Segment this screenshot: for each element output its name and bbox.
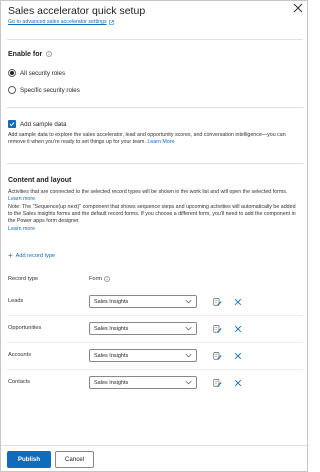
footer-divider: [1, 445, 309, 446]
delete-x-icon[interactable]: [234, 325, 242, 333]
sample-data-description: Add sample data to explore the sales acc…: [8, 132, 300, 146]
form-select-value: Sales Insights: [94, 379, 129, 386]
publish-button[interactable]: Publish: [7, 451, 51, 468]
enable-for-heading-label: Enable for: [8, 51, 43, 58]
content-layout-heading: Content and layout: [8, 177, 72, 184]
form-select-contacts[interactable]: Sales Insights: [89, 376, 197, 389]
row-divider: [7, 369, 303, 370]
record-type-leads: Leads: [8, 298, 24, 304]
content-layout-learn-more-link[interactable]: Learn more: [8, 196, 35, 202]
checkmark-icon: [9, 122, 15, 127]
advanced-settings-link-label: Go to advanced sales accelerator setting…: [8, 19, 107, 25]
close-icon[interactable]: [292, 3, 304, 15]
panel-title: Sales accelerator quick setup: [8, 5, 146, 17]
enable-for-heading: Enable for: [8, 51, 52, 58]
record-type-contacts: Contacts: [8, 379, 31, 385]
divider: [7, 163, 303, 164]
delete-x-icon[interactable]: [234, 352, 242, 360]
radio-specific-security-roles[interactable]: Specific security roles: [8, 86, 80, 94]
form-select-accounts[interactable]: Sales Insights: [89, 349, 197, 362]
note-learn-more-link[interactable]: Learn more: [8, 226, 35, 232]
radio-label: All security roles: [20, 69, 66, 77]
form-select-value: Sales Insights: [94, 325, 129, 332]
column-header-record-type: Record type: [8, 276, 39, 282]
plus-icon: +: [8, 251, 13, 260]
form-select-leads[interactable]: Sales Insights: [89, 295, 197, 308]
record-type-opportunities: Opportunities: [8, 325, 42, 331]
radio-label: Specific security roles: [20, 86, 80, 94]
radio-button[interactable]: [8, 69, 16, 77]
chevron-down-icon: [185, 299, 192, 304]
edit-form-icon[interactable]: [213, 351, 222, 360]
add-record-type-label: Add record type: [15, 253, 56, 259]
quick-setup-panel: Sales accelerator quick setup Go to adva…: [0, 0, 309, 472]
content-layout-text: Activities that are connected to the sel…: [8, 189, 288, 195]
content-layout-description: Activities that are connected to the sel…: [8, 189, 300, 203]
note-text: Note: The "Sequence(up next)" component …: [8, 204, 296, 225]
content-layout-note: Note: The "Sequence(up next)" component …: [8, 204, 300, 233]
column-header-form: Form: [89, 276, 110, 282]
form-select-value: Sales Insights: [94, 298, 129, 305]
checkbox-box[interactable]: [8, 120, 16, 128]
radio-all-security-roles[interactable]: All security roles: [8, 69, 65, 77]
divider: [7, 39, 303, 40]
record-type-accounts: Accounts: [8, 352, 32, 358]
edit-form-icon[interactable]: [213, 297, 222, 306]
radio-selected-dot: [10, 71, 14, 75]
row-divider: [7, 315, 303, 316]
delete-x-icon[interactable]: [234, 298, 242, 306]
sample-data-learn-more-link[interactable]: Learn More: [147, 139, 174, 145]
chevron-down-icon: [185, 353, 192, 358]
edit-form-icon[interactable]: [213, 378, 222, 387]
info-icon: [46, 51, 52, 57]
chevron-down-icon: [185, 326, 192, 331]
cancel-button[interactable]: Cancel: [55, 451, 94, 468]
delete-x-icon[interactable]: [234, 379, 242, 387]
chevron-down-icon: [185, 380, 192, 385]
external-link-icon: [108, 19, 114, 25]
edit-form-icon[interactable]: [213, 324, 222, 333]
row-divider: [7, 342, 303, 343]
divider: [7, 107, 303, 108]
form-select-value: Sales Insights: [94, 352, 129, 359]
column-header-form-label: Form: [89, 276, 103, 282]
form-select-opportunities[interactable]: Sales Insights: [89, 322, 197, 335]
checkbox-label: Add sample data: [20, 120, 67, 128]
radio-button[interactable]: [8, 86, 16, 94]
add-record-type-button[interactable]: + Add record type: [8, 252, 55, 260]
info-icon: [104, 276, 110, 282]
advanced-settings-link[interactable]: Go to advanced sales accelerator setting…: [8, 19, 114, 25]
add-sample-data-checkbox[interactable]: Add sample data: [8, 120, 66, 128]
